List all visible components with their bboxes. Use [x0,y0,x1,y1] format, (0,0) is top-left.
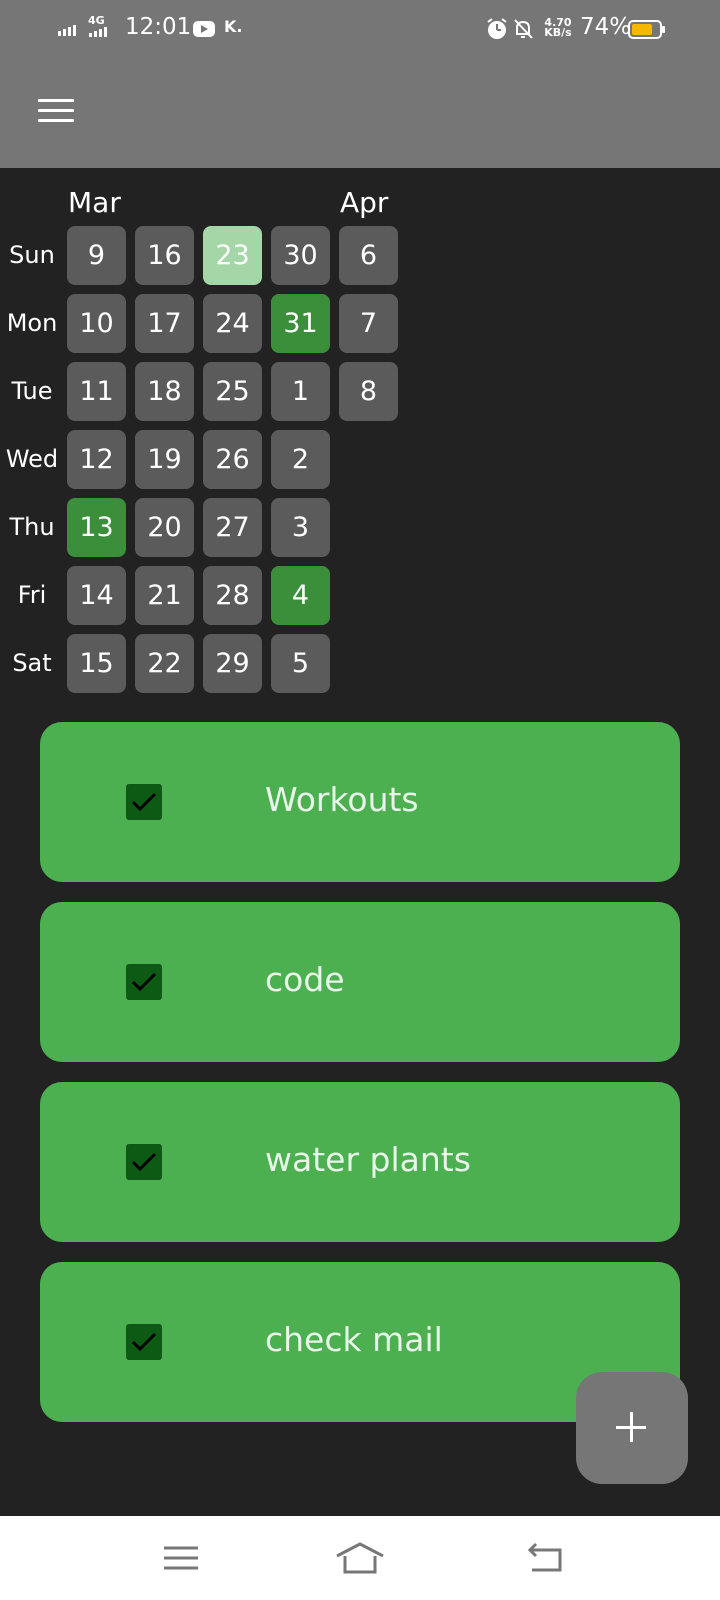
habit-checkbox[interactable] [126,1324,162,1360]
habit-checkbox[interactable] [126,1144,162,1180]
day-cell[interactable]: 7 [339,294,398,353]
checkmark-icon [131,1332,157,1352]
day-cell[interactable]: 23 [203,226,262,285]
habit-checkbox[interactable] [126,964,162,1000]
weekday-label-sat: Sat [12,649,52,677]
day-cell[interactable]: 15 [67,634,126,693]
signal-icon-2 [89,27,107,37]
recents-icon[interactable] [156,1534,206,1584]
weekday-label-wed: Wed [5,445,59,473]
day-cell[interactable]: 26 [203,430,262,489]
day-cell[interactable]: 31 [271,294,330,353]
network-type: 4G [88,14,105,27]
hamburger-menu-icon[interactable] [34,96,74,126]
day-cell[interactable]: 17 [135,294,194,353]
day-cell[interactable]: 14 [67,566,126,625]
habit-checkbox[interactable] [126,784,162,820]
day-cell[interactable]: 6 [339,226,398,285]
day-cell[interactable]: 8 [339,362,398,421]
speed-unit: KB/s [544,26,572,39]
weekday-label-fri: Fri [17,581,47,609]
status-bar: 4G 12:01 K. 4.70 KB/s 74% [0,0,720,60]
checkmark-icon [131,792,157,812]
day-cell[interactable]: 24 [203,294,262,353]
day-cell[interactable]: 29 [203,634,262,693]
habit-card[interactable]: code [40,902,680,1062]
home-icon[interactable] [335,1534,385,1584]
carrier-icon: K. [224,17,243,36]
youtube-icon [193,21,215,37]
day-cell[interactable]: 10 [67,294,126,353]
app-bar [0,60,720,168]
day-cell[interactable]: 28 [203,566,262,625]
day-cell[interactable]: 21 [135,566,194,625]
alarm-icon [487,18,507,39]
clock: 12:01 [125,14,192,40]
weekday-label-tue: Tue [11,377,53,405]
day-cell[interactable]: 12 [67,430,126,489]
checkmark-icon [131,972,157,992]
habit-name: Workouts [265,780,419,819]
day-cell[interactable]: 20 [135,498,194,557]
habit-name: check mail [265,1320,443,1359]
weekday-label-thu: Thu [9,513,55,541]
habit-card[interactable]: water plants [40,1082,680,1242]
day-cell[interactable]: 11 [67,362,126,421]
notifications-off-icon [514,19,533,39]
day-cell[interactable]: 16 [135,226,194,285]
day-cell[interactable]: 1 [271,362,330,421]
weekday-label-sun: Sun [9,241,55,269]
day-cell[interactable]: 22 [135,634,194,693]
add-habit-button[interactable] [576,1372,688,1484]
battery-icon [628,20,665,39]
month-label-mar: Mar [68,186,121,219]
mobile-data-icon: 4G [88,14,105,27]
battery-percent: 74% [580,14,632,40]
checkmark-icon [131,1152,157,1172]
day-cell[interactable]: 19 [135,430,194,489]
back-icon[interactable] [524,1534,574,1584]
network-speed: 4.70 KB/s [540,17,576,39]
weekday-label-mon: Mon [6,309,58,337]
day-cell[interactable]: 2 [271,430,330,489]
habit-card[interactable]: Workouts [40,722,680,882]
habit-name: water plants [265,1140,471,1179]
day-cell[interactable]: 27 [203,498,262,557]
habit-name: code [265,960,345,999]
day-cell[interactable]: 18 [135,362,194,421]
system-nav-bar [0,1516,720,1600]
day-cell[interactable]: 5 [271,634,330,693]
day-cell[interactable]: 4 [271,566,330,625]
day-cell[interactable]: 30 [271,226,330,285]
day-cell[interactable]: 9 [67,226,126,285]
signal-icon [58,22,76,36]
month-label-apr: Apr [340,186,389,219]
day-cell[interactable]: 25 [203,362,262,421]
day-cell[interactable]: 13 [67,498,126,557]
day-cell[interactable]: 3 [271,498,330,557]
